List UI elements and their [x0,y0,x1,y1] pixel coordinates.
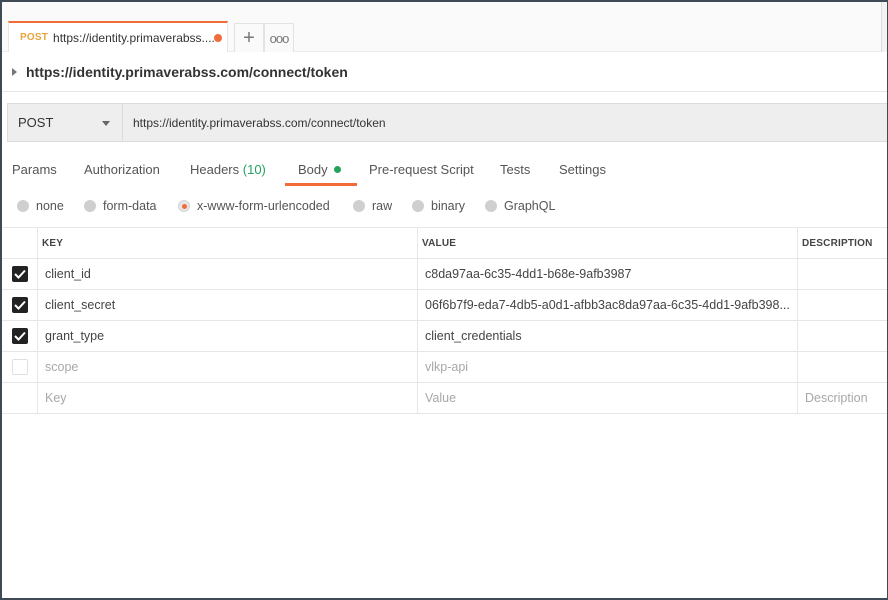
tab-body-label: Body [298,162,328,177]
radio-raw[interactable]: raw [353,199,392,213]
radio-x-www-form-urlencoded[interactable]: x-www-form-urlencoded [178,199,330,213]
radio-circle-icon [412,200,424,212]
value-cell[interactable]: 06f6b7f9-eda7-4db5-a0d1-afbb3ac8da97aa-6… [418,290,798,320]
value-text: client_credentials [425,329,522,343]
new-key-input[interactable]: Key [38,383,418,413]
checkbox-checked[interactable] [11,266,28,282]
radio-circle-icon [17,200,29,212]
key-cell[interactable]: client_secret [38,290,418,320]
radio-selected-icon [178,200,190,212]
column-header-key: KEY [38,228,418,258]
radio-form-data-label: form-data [103,199,157,213]
table-row: scope vlkp-api [2,352,888,383]
body-type-selector: none form-data x-www-form-urlencoded raw… [2,196,888,218]
radio-circle-icon [485,200,497,212]
header-check-cell [2,228,38,258]
body-params-table: KEY VALUE DESCRIPTION client_id c8da97aa… [2,227,888,414]
description-cell[interactable] [798,290,888,320]
checkbox-unchecked[interactable] [11,359,28,375]
body-modified-dot-icon [333,166,341,173]
request-tabs: Params Authorization Headers (10) Body P… [2,152,888,186]
radio-circle-icon [84,200,96,212]
row-checkbox-cell [2,259,38,289]
request-name[interactable]: https://identity.primaverabss.com/connec… [26,64,348,80]
active-tab-indicator [285,183,357,186]
unsaved-changes-dot-icon[interactable] [214,34,222,42]
value-text: c8da97aa-6c35-4dd1-b68e-9afb3987 [425,267,632,281]
table-row: grant_type client_credentials [2,321,888,352]
tab-title: https://identity.primaverabss.... [53,30,215,45]
tab-headers-label: Headers [190,162,240,177]
checkmark-icon [13,300,26,310]
radio-binary[interactable]: binary [412,199,465,213]
value-cell[interactable]: client_credentials [418,321,798,351]
radio-raw-label: raw [372,199,393,213]
new-value-input[interactable]: Value [418,383,798,413]
radio-graphql[interactable]: GraphQL [485,199,555,213]
checkbox-checked[interactable] [11,297,28,313]
key-cell[interactable]: grant_type [38,321,418,351]
more-dots-icon: ooo [269,30,290,46]
method-select-value: POST [18,115,54,130]
column-header-value: VALUE [418,228,798,258]
checkbox-checked[interactable] [11,328,28,344]
checkmark-icon [13,331,26,341]
url-bar: POST https://identity.primaverabss.com/c… [7,103,888,142]
value-cell[interactable]: c8da97aa-6c35-4dd1-b68e-9afb3987 [418,259,798,289]
radio-circle-icon [353,200,365,212]
key-cell[interactable]: scope [38,352,418,382]
radio-none[interactable]: none [17,199,64,213]
table-row: client_id c8da97aa-6c35-4dd1-b68e-9afb39… [2,259,888,290]
plus-icon: + [243,26,255,49]
tab-headers[interactable]: Headers (10) [190,162,266,177]
new-tab-button[interactable]: + [234,23,264,52]
tab-strip: POST https://identity.primaverabss.... +… [2,2,888,52]
chevron-down-icon [102,121,110,126]
tab-authorization[interactable]: Authorization [84,162,160,177]
method-select[interactable]: POST [8,104,123,141]
description-cell[interactable] [798,259,888,289]
tabstrip-scroll-edge [881,2,888,52]
key-cell[interactable]: client_id [38,259,418,289]
description-cell[interactable] [798,321,888,351]
new-row: Key Value Description [2,383,888,414]
radio-graphql-label: GraphQL [504,199,556,213]
tab-tests[interactable]: Tests [500,162,530,177]
new-description-input[interactable]: Description [798,383,888,413]
expand-caret-icon[interactable] [12,68,17,76]
row-checkbox-cell [2,321,38,351]
row-checkbox-cell [2,290,38,320]
tab-headers-count: (10) [242,162,266,177]
row-checkbox-cell [2,383,38,413]
description-cell[interactable] [798,352,888,382]
request-header: https://identity.primaverabss.com/connec… [2,53,888,92]
value-cell[interactable]: vlkp-api [418,352,798,382]
value-text: vlkp-api [425,360,469,374]
more-tabs-button[interactable]: ooo [264,23,294,52]
tab-params[interactable]: Params [12,162,57,177]
row-checkbox-cell [2,352,38,382]
url-input-value: https://identity.primaverabss.com/connec… [133,115,386,130]
tab-body[interactable]: Body [298,162,341,177]
tab-method-label: POST [20,32,49,43]
radio-binary-label: binary [431,199,466,213]
tab-pre-request-script[interactable]: Pre-request Script [369,162,474,177]
value-text: 06f6b7f9-eda7-4db5-a0d1-afbb3ac8da97aa-6… [425,298,790,312]
tab-settings[interactable]: Settings [559,162,606,177]
radio-none-label: none [36,199,64,213]
table-row: client_secret 06f6b7f9-eda7-4db5-a0d1-af… [2,290,888,321]
request-tab-active[interactable]: POST https://identity.primaverabss.... [8,21,228,52]
radio-form-data[interactable]: form-data [84,199,157,213]
url-input[interactable]: https://identity.primaverabss.com/connec… [123,104,887,141]
checkmark-icon [13,269,26,279]
column-header-description: DESCRIPTION [802,237,873,249]
radio-urlencoded-label: x-www-form-urlencoded [197,199,330,213]
table-header-row: KEY VALUE DESCRIPTION [2,228,888,259]
